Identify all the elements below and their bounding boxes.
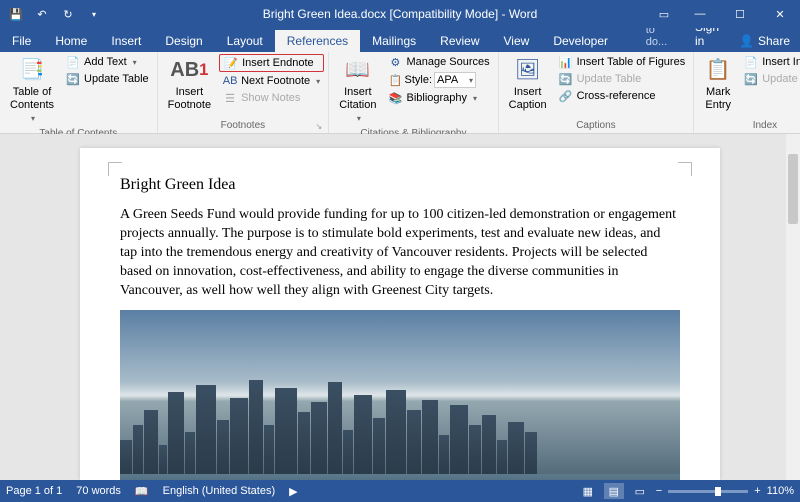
- insert-caption-button[interactable]: 🖼 Insert Caption: [503, 54, 553, 114]
- tab-references[interactable]: References: [275, 30, 360, 52]
- crossref-icon: 🔗: [559, 89, 573, 103]
- toc-icon: 📑: [18, 56, 46, 84]
- view-read-button[interactable]: ▦: [578, 483, 598, 499]
- update-captions-button[interactable]: 🔄Update Table: [555, 71, 690, 87]
- citation-icon: 📖: [344, 56, 372, 84]
- table-of-contents-button[interactable]: 📑 Table of Contents▾: [4, 54, 60, 126]
- view-web-button[interactable]: ▭: [630, 483, 650, 499]
- status-macro-icon[interactable]: ▶: [289, 485, 297, 498]
- update-index-icon: 🔄: [744, 72, 758, 86]
- scrollbar-thumb[interactable]: [788, 154, 798, 224]
- ribbon-tabs: File Home Insert Design Layout Reference…: [0, 28, 800, 52]
- cross-reference-button[interactable]: 🔗Cross-reference: [555, 88, 690, 104]
- tab-file[interactable]: File: [0, 30, 43, 52]
- margin-corner-tr: [678, 162, 692, 176]
- zoom-slider[interactable]: [668, 490, 748, 493]
- manage-icon: ⚙: [388, 55, 402, 69]
- redo-icon[interactable]: ↻: [60, 6, 76, 22]
- zoom-level[interactable]: 110%: [767, 485, 794, 497]
- close-icon[interactable]: ✕: [760, 0, 800, 28]
- update-icon: 🔄: [66, 72, 80, 86]
- tab-layout[interactable]: Layout: [215, 30, 275, 52]
- zoom-out-button[interactable]: −: [656, 485, 662, 497]
- group-captions: 🖼 Insert Caption 📊Insert Table of Figure…: [499, 52, 695, 133]
- status-language[interactable]: English (United States): [163, 485, 276, 497]
- doc-body[interactable]: A Green Seeds Fund would provide funding…: [120, 206, 680, 300]
- document-page[interactable]: Bright Green Idea A Green Seeds Fund wou…: [80, 148, 720, 480]
- caption-icon: 🖼: [514, 56, 542, 84]
- manage-sources-button[interactable]: ⚙Manage Sources: [384, 54, 493, 70]
- share-icon: 👤: [739, 34, 754, 48]
- citation-style-select[interactable]: 📋 Style: APA▾: [384, 71, 493, 89]
- next-footnote-button[interactable]: ABNext Footnote▾: [219, 73, 324, 89]
- endnote-icon: 📝: [224, 56, 238, 70]
- mark-entry-button[interactable]: 📋 Mark Entry: [698, 54, 738, 114]
- insert-citation-button[interactable]: 📖 Insert Citation▾: [333, 54, 382, 126]
- title-bar: 💾 ↶ ↻ ▾ Bright Green Idea.docx [Compatib…: [0, 0, 800, 28]
- view-print-button[interactable]: ▤: [604, 483, 624, 499]
- update-index-button[interactable]: 🔄Update Index: [740, 71, 800, 87]
- next-footnote-icon: AB: [223, 74, 237, 88]
- tof-button[interactable]: 📊Insert Table of Figures: [555, 54, 690, 70]
- footnote-icon: AB1: [175, 56, 203, 84]
- status-page[interactable]: Page 1 of 1: [6, 485, 62, 497]
- status-proofing-icon[interactable]: 📖: [135, 485, 149, 498]
- update-cap-icon: 🔄: [559, 72, 573, 86]
- add-text-button[interactable]: 📄Add Text▾: [62, 54, 153, 70]
- update-toc-button[interactable]: 🔄Update Table: [62, 71, 153, 87]
- minimize-icon[interactable]: —: [680, 0, 720, 28]
- qat-customize-icon[interactable]: ▾: [86, 6, 102, 22]
- zoom-in-button[interactable]: +: [754, 485, 760, 497]
- doc-title[interactable]: Bright Green Idea: [120, 176, 680, 194]
- maximize-icon[interactable]: ☐: [720, 0, 760, 28]
- group-label-captions: Captions: [503, 118, 690, 133]
- insert-index-button[interactable]: 📄Insert Index: [740, 54, 800, 70]
- status-words[interactable]: 70 words: [76, 485, 121, 497]
- tab-developer[interactable]: Developer: [541, 30, 620, 52]
- ribbon-references: 📑 Table of Contents▾ 📄Add Text▾ 🔄Update …: [0, 52, 800, 134]
- mark-entry-icon: 📋: [704, 56, 732, 84]
- group-label-footnotes: Footnotes↘: [162, 118, 325, 133]
- tab-mailings[interactable]: Mailings: [360, 30, 428, 52]
- window-title: Bright Green Idea.docx [Compatibility Mo…: [263, 7, 538, 21]
- tab-design[interactable]: Design: [153, 30, 214, 52]
- tab-insert[interactable]: Insert: [99, 30, 153, 52]
- share-button[interactable]: 👤Share: [729, 30, 800, 52]
- biblio-icon: 📚: [388, 91, 402, 105]
- margin-corner-tl: [108, 162, 122, 176]
- status-bar: Page 1 of 1 70 words 📖 English (United S…: [0, 480, 800, 502]
- doc-image[interactable]: [120, 310, 680, 480]
- show-notes-icon: ☰: [223, 91, 237, 105]
- bibliography-button[interactable]: 📚Bibliography▾: [384, 90, 493, 106]
- group-toc: 📑 Table of Contents▾ 📄Add Text▾ 🔄Update …: [0, 52, 158, 133]
- group-index: 📋 Mark Entry 📄Insert Index 🔄Update Index…: [694, 52, 800, 133]
- ribbon-options-icon[interactable]: ▭: [648, 0, 680, 28]
- group-footnotes: AB1 Insert Footnote 📝Insert Endnote ABNe…: [158, 52, 330, 133]
- tab-review[interactable]: Review: [428, 30, 491, 52]
- show-notes-button[interactable]: ☰Show Notes: [219, 90, 324, 106]
- group-label-index: Index: [698, 118, 800, 133]
- save-icon[interactable]: 💾: [8, 6, 24, 22]
- vertical-scrollbar[interactable]: [786, 134, 800, 480]
- style-icon: 📋: [388, 73, 402, 87]
- tab-view[interactable]: View: [492, 30, 542, 52]
- tab-home[interactable]: Home: [43, 30, 99, 52]
- insert-index-icon: 📄: [744, 55, 758, 69]
- group-citations: 📖 Insert Citation▾ ⚙Manage Sources 📋 Sty…: [329, 52, 498, 133]
- insert-endnote-button[interactable]: 📝Insert Endnote: [219, 54, 324, 72]
- insert-footnote-button[interactable]: AB1 Insert Footnote: [162, 54, 217, 114]
- document-area[interactable]: Bright Green Idea A Green Seeds Fund wou…: [0, 134, 800, 480]
- add-text-icon: 📄: [66, 55, 80, 69]
- undo-icon[interactable]: ↶: [34, 6, 50, 22]
- tof-icon: 📊: [559, 55, 573, 69]
- footnotes-launcher[interactable]: ↘: [315, 122, 322, 131]
